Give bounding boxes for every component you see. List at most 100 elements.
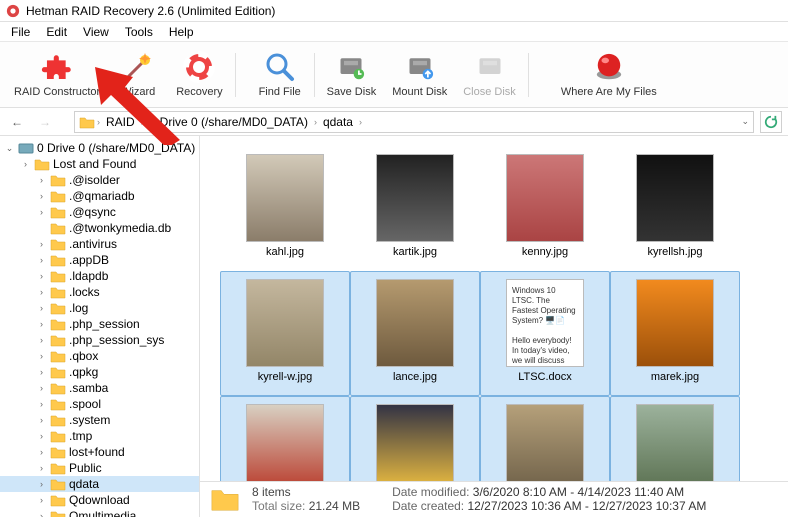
menu-file[interactable]: File xyxy=(4,23,37,41)
folder-icon xyxy=(50,429,66,443)
folder-icon xyxy=(50,461,66,475)
tree-node[interactable]: ›.system xyxy=(0,412,199,428)
tree-node[interactable]: ›.qpkg xyxy=(0,364,199,380)
menu-help[interactable]: Help xyxy=(162,23,201,41)
tree-expand-icon[interactable]: › xyxy=(36,495,47,505)
folder-icon xyxy=(50,413,66,427)
file-thumbnail[interactable]: kahl.jpg xyxy=(220,146,350,271)
toolbar-save-disk[interactable]: Save Disk xyxy=(319,47,385,102)
file-thumbnail[interactable]: kyrell-w.jpg xyxy=(220,271,350,396)
toolbar-where-are-my-files[interactable]: Where Are My Files xyxy=(553,47,665,102)
tree-expand-icon[interactable]: › xyxy=(36,431,47,441)
tree-node[interactable]: ›Lost and Found xyxy=(0,156,199,172)
menu-edit[interactable]: Edit xyxy=(39,23,74,41)
breadcrumb-raid[interactable]: RAID xyxy=(102,115,139,129)
folder-icon xyxy=(50,269,66,283)
folder-icon xyxy=(50,493,66,507)
folder-icon xyxy=(50,317,66,331)
breadcrumb[interactable]: › RAID › 0 Drive 0 (/share/MD0_DATA) › q… xyxy=(74,111,754,133)
file-thumbnail[interactable]: kartik.jpg xyxy=(350,146,480,271)
file-thumbnail[interactable]: Windows 10 LTSC. The Fastest Operating S… xyxy=(480,271,610,396)
breadcrumb-drive[interactable]: 0 Drive 0 (/share/MD0_DATA) xyxy=(146,115,312,129)
tree-node[interactable]: › .@qmariadb xyxy=(0,188,199,204)
disk-save-icon xyxy=(335,51,367,83)
tree-node[interactable]: ›Public xyxy=(0,460,199,476)
file-name: kahl.jpg xyxy=(266,246,304,258)
tree-expand-icon[interactable]: › xyxy=(36,351,47,361)
file-thumbnail[interactable]: kenny.jpg xyxy=(480,146,610,271)
tree-node[interactable]: ›.php_session_sys xyxy=(0,332,199,348)
status-total-size: Total size: 21.24 MB xyxy=(252,499,360,513)
folder-icon xyxy=(50,477,66,491)
tree-expand-icon[interactable]: › xyxy=(36,511,47,517)
file-thumbnail[interactable]: kyrellsh.jpg xyxy=(610,146,740,271)
tree-node-root[interactable]: ⌄ 0 Drive 0 (/share/MD0_DATA) xyxy=(0,140,199,156)
tree-node[interactable]: ›.ldapdb xyxy=(0,268,199,284)
tree-expand-icon[interactable]: › xyxy=(36,271,47,281)
image-preview xyxy=(246,279,324,367)
toolbar-mount-disk[interactable]: Mount Disk xyxy=(384,47,455,102)
tree-expand-icon[interactable]: › xyxy=(36,415,47,425)
tree-expand-icon[interactable]: › xyxy=(36,383,47,393)
tree-node[interactable]: ›.spool xyxy=(0,396,199,412)
toolbar-separator xyxy=(235,53,236,97)
breadcrumb-folder[interactable]: qdata xyxy=(319,115,357,129)
nav-back-button[interactable]: ← xyxy=(6,111,28,133)
tree-expand-icon[interactable]: › xyxy=(36,367,47,377)
folder-icon xyxy=(50,253,66,267)
folder-tree[interactable]: ⌄ 0 Drive 0 (/share/MD0_DATA) ›Lost and … xyxy=(0,136,200,517)
refresh-button[interactable] xyxy=(760,111,782,133)
image-preview xyxy=(506,404,584,492)
tree-expand-icon[interactable]: › xyxy=(36,207,47,217)
tree-expand-icon[interactable]: › xyxy=(36,255,47,265)
tree-expand-icon[interactable]: › xyxy=(36,463,47,473)
toolbar-wizard[interactable]: Wizard xyxy=(108,47,168,102)
document-preview: Windows 10 LTSC. The Fastest Operating S… xyxy=(506,279,584,367)
tree-node-label: .appDB xyxy=(69,253,109,267)
file-thumbnail[interactable]: marek.jpg xyxy=(610,271,740,396)
tree-node[interactable]: ›.antivirus xyxy=(0,236,199,252)
tree-expand-icon[interactable]: › xyxy=(36,303,47,313)
folder-icon xyxy=(50,205,66,219)
image-preview xyxy=(376,279,454,367)
tree-expand-icon[interactable]: › xyxy=(36,191,47,201)
tree-node[interactable]: ›.log xyxy=(0,300,199,316)
file-name: kartik.jpg xyxy=(393,246,437,258)
toolbar-raid-constructor[interactable]: RAID Constructor xyxy=(6,47,108,102)
toolbar-recovery[interactable]: Recovery xyxy=(168,47,230,102)
tree-expand-icon[interactable]: › xyxy=(36,447,47,457)
tree-node[interactable]: ›.tmp xyxy=(0,428,199,444)
tree-node-label: Qdownload xyxy=(69,493,130,507)
tree-node[interactable]: ›.locks xyxy=(0,284,199,300)
file-thumbnail[interactable]: lance.jpg xyxy=(350,271,480,396)
tree-node[interactable]: ›Qmultimedia xyxy=(0,508,199,517)
tree-node[interactable]: ›.@qsync xyxy=(0,204,199,220)
tree-expand-icon[interactable]: › xyxy=(36,479,47,489)
tree-node[interactable]: ›lost+found xyxy=(0,444,199,460)
tree-expand-icon[interactable]: › xyxy=(36,399,47,409)
file-list[interactable]: kahl.jpg kartik.jpg kenny.jpgkyrellsh.jpg k… xyxy=(200,136,788,517)
tree-node[interactable]: › Qdownload xyxy=(0,492,199,508)
tree-node[interactable]: ›.@isolder xyxy=(0,172,199,188)
magnifier-icon xyxy=(264,51,296,83)
tree-node[interactable]: .@twonkymedia.db xyxy=(0,220,199,236)
tree-node-label: .@qmariadb xyxy=(69,189,135,203)
tree-node[interactable]: ›.samba xyxy=(0,380,199,396)
tree-expand-icon[interactable]: › xyxy=(20,159,31,169)
tree-expand-icon[interactable]: › xyxy=(36,287,47,297)
tree-expand-icon[interactable]: › xyxy=(36,175,47,185)
tree-node[interactable]: › .appDB xyxy=(0,252,199,268)
breadcrumb-dropdown-icon[interactable]: ⌄ xyxy=(741,116,749,127)
menu-view[interactable]: View xyxy=(76,23,116,41)
tree-expand-icon[interactable]: › xyxy=(36,319,47,329)
toolbar-find-file[interactable]: Find File xyxy=(250,47,310,102)
tree-node[interactable]: ›qdata xyxy=(0,476,199,492)
image-preview xyxy=(636,154,714,242)
tree-expand-icon[interactable]: › xyxy=(36,335,47,345)
image-preview xyxy=(636,279,714,367)
tree-node[interactable]: ›.qbox xyxy=(0,348,199,364)
menu-tools[interactable]: Tools xyxy=(118,23,160,41)
tree-node[interactable]: ›.php_session xyxy=(0,316,199,332)
tree-expand-icon[interactable]: › xyxy=(36,239,47,249)
folder-icon xyxy=(34,157,50,171)
